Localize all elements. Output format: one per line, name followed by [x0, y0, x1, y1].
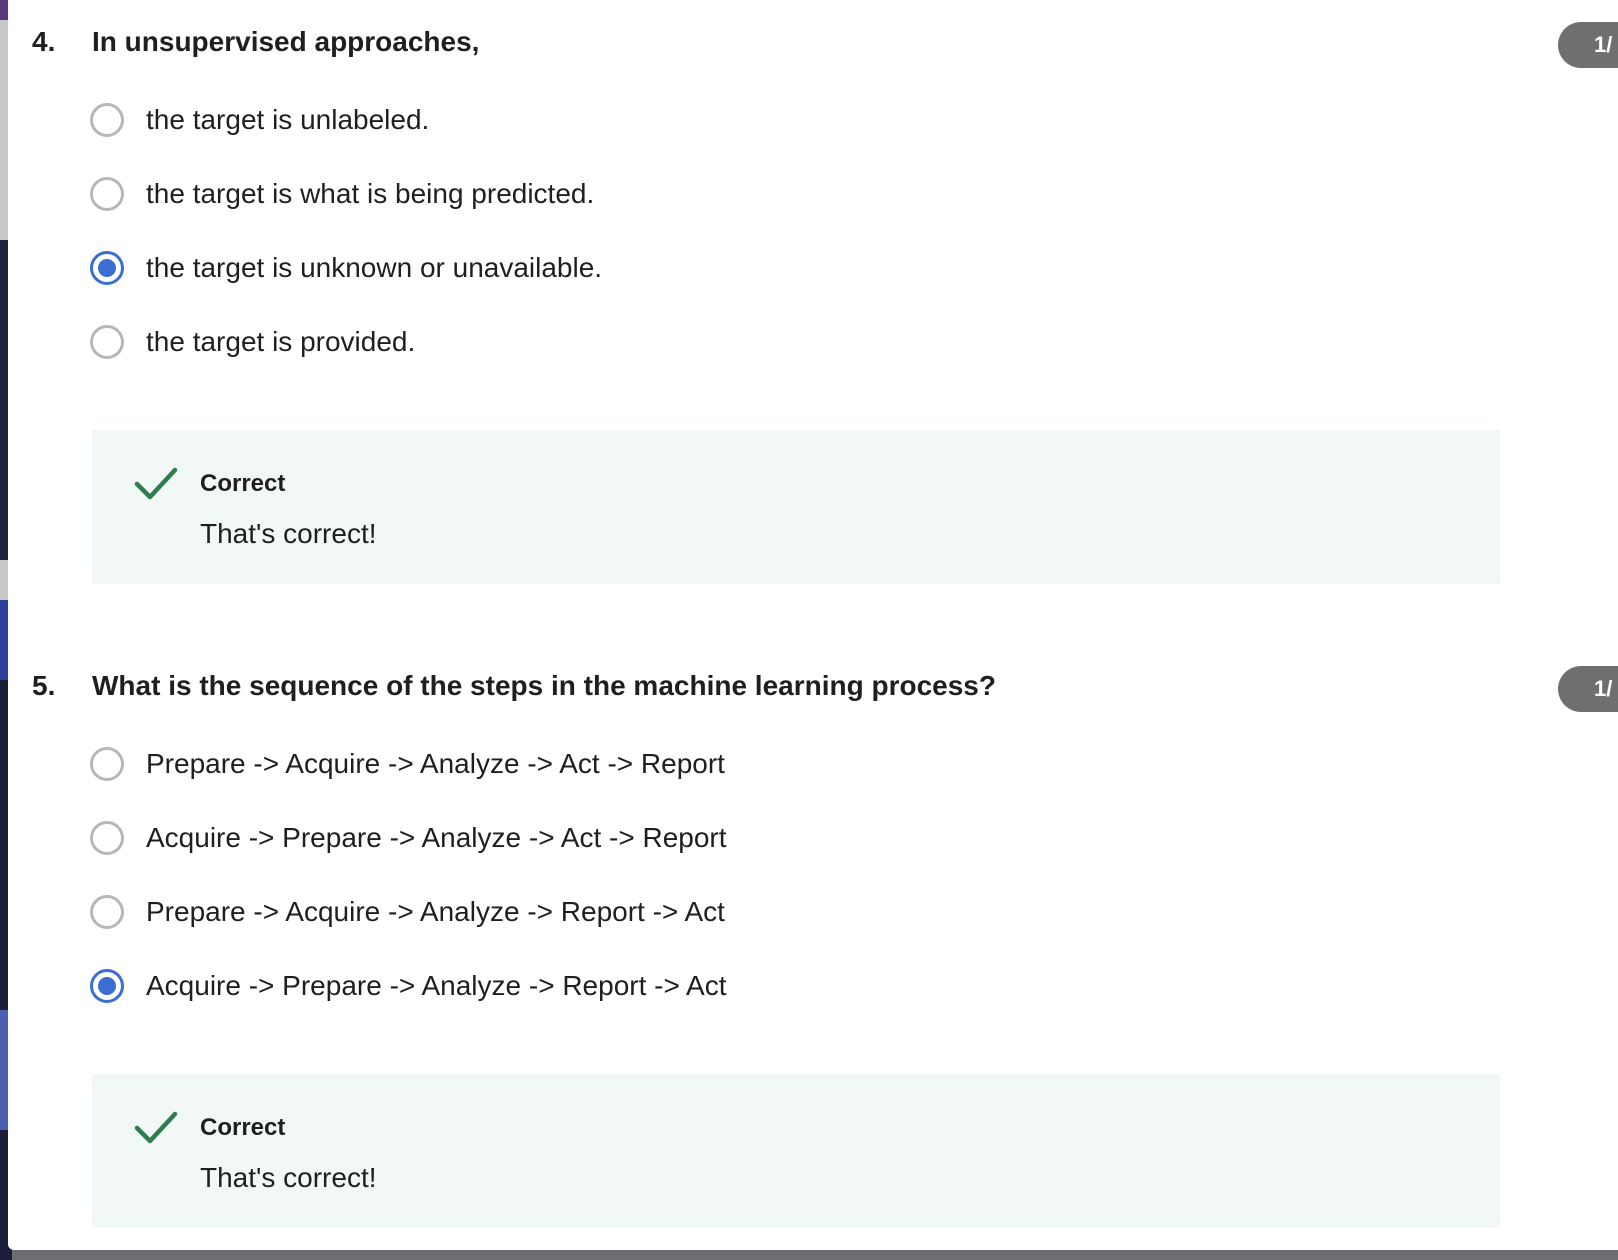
answer-option-label: the target is unlabeled.: [146, 104, 430, 135]
answer-option[interactable]: Prepare -> Acquire -> Analyze -> Act -> …: [90, 742, 725, 786]
answer-option-label: Acquire -> Prepare -> Analyze -> Act -> …: [146, 822, 727, 853]
feedback-status: Correct: [200, 470, 286, 497]
feedback-panel: Correct That's correct!: [92, 430, 1500, 584]
feedback-message: That's correct!: [200, 518, 377, 549]
radio-button[interactable]: [90, 821, 124, 855]
question-number: 5.: [32, 670, 56, 701]
feedback-message: That's correct!: [200, 1162, 377, 1193]
question-number: 4.: [32, 26, 56, 57]
radio-button[interactable]: [90, 103, 124, 137]
radio-button[interactable]: [90, 177, 124, 211]
quiz-page: 4. In unsupervised approaches, 1/ the ta…: [8, 0, 1618, 1250]
answer-option-selected[interactable]: the target is unknown or unavailable.: [90, 246, 602, 290]
answer-option-label: Acquire -> Prepare -> Analyze -> Report …: [146, 970, 727, 1001]
feedback-status: Correct: [200, 1114, 286, 1141]
answer-option-label: the target is unknown or unavailable.: [146, 252, 603, 283]
question-title: In unsupervised approaches,: [92, 26, 480, 57]
question-title: What is the sequence of the steps in the…: [92, 670, 996, 701]
answer-option-selected[interactable]: Acquire -> Prepare -> Analyze -> Report …: [90, 964, 727, 1008]
answer-option-label: Prepare -> Acquire -> Analyze -> Report …: [146, 896, 725, 927]
score-badge: 1/: [1558, 22, 1618, 68]
radio-button[interactable]: [90, 325, 124, 359]
radio-button-selected[interactable]: [90, 969, 124, 1003]
answer-option[interactable]: the target is what is being predicted.: [90, 172, 594, 216]
answer-option-label: Prepare -> Acquire -> Analyze -> Act -> …: [146, 748, 725, 779]
checkmark-icon: [134, 467, 178, 500]
score-badge: 1/: [1558, 666, 1618, 712]
feedback-panel: Correct That's correct!: [92, 1074, 1500, 1228]
answer-option[interactable]: the target is unlabeled.: [90, 98, 429, 142]
radio-button[interactable]: [90, 747, 124, 781]
checkmark-icon: [134, 1111, 178, 1144]
answer-option[interactable]: Acquire -> Prepare -> Analyze -> Act -> …: [90, 816, 727, 860]
radio-button[interactable]: [90, 895, 124, 929]
answer-option[interactable]: the target is provided.: [90, 320, 415, 364]
answer-option[interactable]: Prepare -> Acquire -> Analyze -> Report …: [90, 890, 725, 934]
answer-option-label: the target is provided.: [146, 326, 416, 357]
radio-button-selected[interactable]: [90, 251, 124, 285]
answer-option-label: the target is what is being predicted.: [146, 178, 595, 209]
